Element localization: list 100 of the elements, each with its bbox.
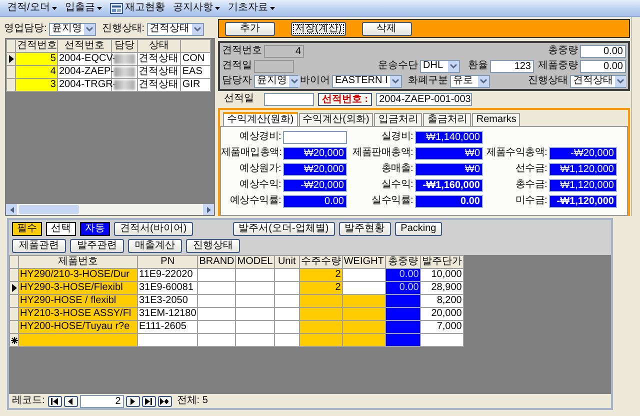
table-cell[interactable] bbox=[342, 282, 386, 294]
table-cell[interactable] bbox=[420, 334, 464, 346]
table-cell[interactable]: E111-2605 bbox=[138, 320, 198, 334]
table-cell[interactable]: 11E9-22020 bbox=[138, 268, 198, 282]
menu-item[interactable]: 공지사항 bbox=[172, 1, 221, 15]
tab[interactable]: 수익계산(외화) bbox=[298, 113, 374, 126]
column-header[interactable]: MODEL bbox=[236, 256, 274, 268]
table-cell[interactable] bbox=[198, 334, 236, 346]
table-cell[interactable]: HY290/210-3-HOSE/Dur bbox=[18, 268, 138, 282]
menu-item[interactable]: 입출금 bbox=[64, 1, 103, 15]
new-record-button[interactable] bbox=[158, 396, 172, 406]
table-cell[interactable] bbox=[236, 294, 274, 308]
report-button[interactable]: 견적서(바이어) bbox=[114, 222, 193, 236]
table-cell[interactable] bbox=[342, 308, 386, 320]
record-number-field[interactable]: 2 bbox=[80, 394, 124, 408]
toolbar-button[interactable]: 삭제 bbox=[362, 22, 412, 36]
table-cell[interactable] bbox=[18, 334, 138, 346]
table-cell[interactable] bbox=[198, 308, 236, 320]
table-cell[interactable] bbox=[198, 282, 236, 294]
filter-dropdown[interactable]: 윤지영 bbox=[48, 22, 96, 36]
scrollbar-thumb[interactable] bbox=[19, 205, 79, 214]
select-all-button[interactable] bbox=[10, 256, 18, 268]
table-cell[interactable] bbox=[385, 320, 420, 334]
first-record-button[interactable] bbox=[48, 396, 62, 406]
table-cell[interactable]: 2 bbox=[299, 282, 342, 294]
menu-item[interactable]: 기초자료 bbox=[226, 1, 276, 15]
toolbar-button[interactable]: 추가 bbox=[225, 22, 275, 36]
input-field[interactable] bbox=[283, 131, 347, 144]
input-field[interactable]: 0.00 bbox=[580, 60, 626, 72]
table-cell[interactable]: 7,000 bbox=[420, 320, 464, 334]
column-header[interactable]: 견적번호 bbox=[16, 40, 58, 52]
input-field[interactable] bbox=[264, 92, 314, 106]
previous-record-button[interactable] bbox=[64, 396, 78, 406]
table-cell[interactable]: 10,000 bbox=[420, 268, 464, 282]
report-button[interactable]: 발주서(오더-업체별) bbox=[232, 222, 335, 236]
table-cell[interactable]: HY200-HOSE/Tuyau r?e bbox=[18, 320, 138, 334]
row-selector[interactable] bbox=[10, 282, 18, 294]
column-header[interactable]: 선적번호 bbox=[57, 40, 112, 52]
menu-item[interactable]: 견적/오더 bbox=[6, 1, 58, 15]
table-cell[interactable]: HY290-3-HOSE/Flexibl bbox=[18, 282, 138, 294]
tab[interactable]: 수익계산(원화) bbox=[223, 112, 298, 127]
table-cell[interactable]: 31EM-12180 bbox=[138, 308, 198, 320]
row-selector[interactable] bbox=[10, 334, 18, 346]
column-header[interactable]: 상태 bbox=[137, 40, 181, 52]
filter-dropdown[interactable]: 견적상태 bbox=[146, 22, 204, 36]
table-cell[interactable]: 31E9-60081 bbox=[138, 282, 198, 294]
table-cell[interactable]: 28,900 bbox=[420, 282, 464, 294]
table-cell[interactable] bbox=[342, 268, 386, 282]
table-cell[interactable]: 0.00 bbox=[385, 268, 420, 282]
section-button[interactable]: 매출계산 bbox=[128, 238, 182, 252]
row-selector[interactable] bbox=[6, 52, 16, 66]
table-cell[interactable] bbox=[342, 334, 386, 346]
column-header[interactable]: PN bbox=[138, 256, 198, 268]
table-cell[interactable] bbox=[236, 334, 274, 346]
tab[interactable]: Remarks bbox=[472, 113, 520, 126]
column-header[interactable]: 담당 bbox=[112, 40, 138, 52]
table-cell[interactable] bbox=[385, 294, 420, 308]
table-cell[interactable] bbox=[299, 334, 342, 346]
table-cell[interactable] bbox=[236, 268, 274, 282]
tab[interactable]: 출금처리 bbox=[423, 113, 472, 126]
table-cell[interactable] bbox=[236, 282, 274, 294]
report-button[interactable]: Packing bbox=[394, 222, 442, 236]
table-cell[interactable] bbox=[236, 320, 274, 334]
table-cell[interactable]: HY210-3-HOSE ASSY/Fl bbox=[18, 308, 138, 320]
dropdown-field[interactable]: 윤지영 bbox=[254, 74, 298, 88]
dropdown-field[interactable]: EASTERN I bbox=[332, 74, 402, 88]
dropdown-field[interactable]: 유로 bbox=[450, 74, 490, 88]
table-cell[interactable] bbox=[198, 320, 236, 334]
table-cell[interactable] bbox=[342, 320, 386, 334]
menu-item[interactable]: 재고현황 bbox=[108, 1, 166, 15]
table-cell[interactable] bbox=[299, 320, 342, 334]
table-cell[interactable] bbox=[198, 294, 236, 308]
table-cell[interactable]: 31E3-2050 bbox=[138, 294, 198, 308]
scroll-right-button[interactable] bbox=[203, 204, 214, 215]
column-header[interactable]: 총중량 bbox=[385, 256, 420, 268]
table-cell[interactable] bbox=[299, 294, 342, 308]
section-button[interactable]: 발주관련 bbox=[70, 238, 124, 252]
input-field[interactable]: 123 bbox=[490, 60, 534, 72]
column-header[interactable]: 발주단가 bbox=[420, 256, 464, 268]
table-cell[interactable]: 20,000 bbox=[420, 308, 464, 320]
table-cell[interactable]: 0.00 bbox=[385, 282, 420, 294]
table-cell[interactable]: HY290-HOSE / flexibl bbox=[18, 294, 138, 308]
section-button[interactable]: 제품관련 bbox=[12, 238, 66, 252]
dropdown-field[interactable]: 견적상태 bbox=[570, 74, 626, 88]
section-button[interactable]: 진행상태 bbox=[186, 238, 240, 252]
last-record-button[interactable] bbox=[142, 396, 156, 406]
table-cell[interactable]: 8,200 bbox=[420, 294, 464, 308]
table-cell[interactable] bbox=[385, 334, 420, 346]
table-cell[interactable] bbox=[342, 294, 386, 308]
report-button[interactable]: 발주현황 bbox=[338, 222, 391, 236]
column-header[interactable]: Unit bbox=[274, 256, 300, 268]
table-cell[interactable] bbox=[236, 308, 274, 320]
input-field[interactable]: 0.00 bbox=[580, 44, 626, 58]
column-header[interactable]: 제품번호 bbox=[18, 256, 138, 268]
next-record-button[interactable] bbox=[126, 396, 140, 406]
table-cell[interactable] bbox=[299, 308, 342, 320]
table-cell[interactable]: 2 bbox=[299, 268, 342, 282]
input-field[interactable]: 2004-ZAEP-001-003 bbox=[376, 92, 472, 106]
tab[interactable]: 입금처리 bbox=[374, 113, 422, 126]
dropdown-field[interactable]: DHL bbox=[420, 60, 460, 72]
